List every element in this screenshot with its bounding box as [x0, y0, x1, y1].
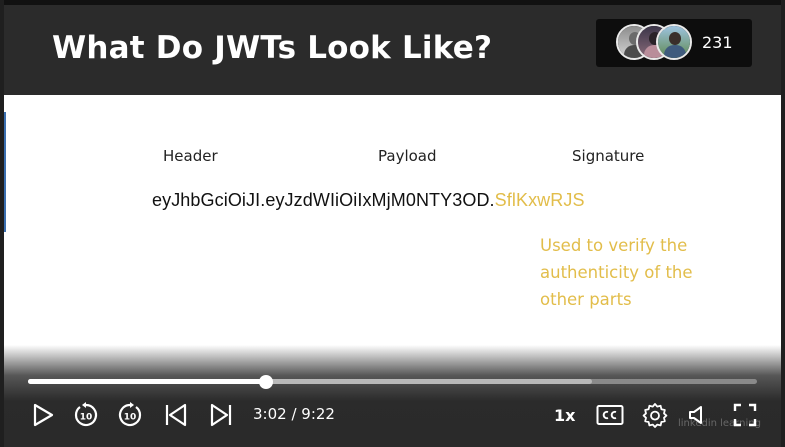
- video-player[interactable]: What Do JWTs Look Like? 231 Header Paylo…: [0, 0, 785, 447]
- signature-note: Used to verify the authenticity of the o…: [540, 236, 693, 309]
- captions-button[interactable]: [596, 401, 624, 429]
- previous-button[interactable]: [162, 401, 190, 429]
- payload-label: Payload: [378, 147, 437, 165]
- jwt-header-payload: eyJhbGciOiJI.eyJzdWIiOiIxMjM0NTY3OD.: [152, 190, 495, 210]
- progress-played: [28, 379, 266, 384]
- jwt-signature: SflKxwRJS: [494, 190, 585, 210]
- window-edge: [0, 0, 4, 447]
- playback-speed-button[interactable]: 1x: [554, 406, 575, 425]
- skip-forward-seconds: 10: [124, 413, 137, 423]
- jwt-token: eyJhbGciOiJI.eyJzdWIiOiIxMjM0NTY3OD.SflK…: [152, 190, 585, 211]
- slide-title: What Do JWTs Look Like?: [52, 30, 493, 66]
- time-display: 3:02 / 9:22: [253, 405, 335, 423]
- skip-forward-button[interactable]: 10: [116, 401, 144, 429]
- avatar: [656, 24, 692, 60]
- header-label: Header: [163, 147, 218, 165]
- skip-back-seconds: 10: [80, 413, 93, 423]
- divider: [4, 112, 6, 232]
- signature-label: Signature: [572, 147, 645, 165]
- play-icon: [33, 403, 54, 427]
- forward-10-icon: 10: [118, 402, 142, 427]
- progress-scrubber[interactable]: [259, 375, 273, 389]
- settings-button[interactable]: [641, 401, 669, 429]
- next-button[interactable]: [207, 401, 235, 429]
- closed-captions-icon: [596, 405, 624, 425]
- viewer-count: 231: [702, 33, 733, 52]
- gear-icon: [642, 403, 668, 428]
- replay-10-icon: 10: [74, 402, 98, 427]
- play-button[interactable]: [29, 401, 57, 429]
- skip-back-button[interactable]: 10: [72, 401, 100, 429]
- viewer-panel[interactable]: 231: [596, 19, 752, 67]
- next-icon: [210, 403, 232, 427]
- window-edge: [781, 0, 785, 447]
- controls-gradient: [0, 345, 785, 447]
- previous-icon: [165, 403, 187, 427]
- watermark: linkedin learning: [678, 418, 761, 429]
